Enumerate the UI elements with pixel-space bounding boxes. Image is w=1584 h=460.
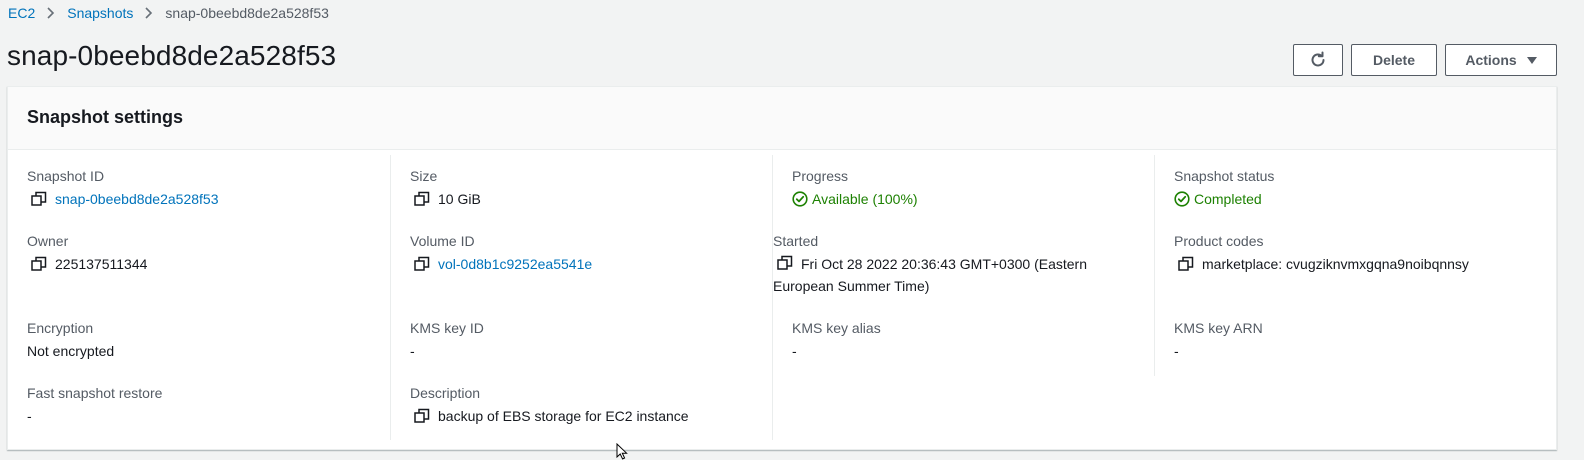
field-encryption: Encryption Not encrypted [27, 319, 114, 362]
copy-icon[interactable] [31, 191, 47, 207]
field-label: Fast snapshot restore [27, 385, 163, 401]
encryption-value: Not encrypted [27, 343, 115, 359]
kms-key-alias-value: - [792, 343, 797, 359]
field-label: Owner [27, 233, 69, 249]
status-success-icon [1174, 191, 1190, 207]
actions-dropdown-button[interactable]: Actions [1445, 44, 1557, 76]
snapshot-id-link[interactable]: snap-0beebd8de2a528f53 [55, 188, 219, 210]
caret-down-icon [1526, 56, 1537, 64]
settings-column-2: Size 10 GiB Volume ID vol-0d8b1c9252ea55… [390, 155, 772, 440]
field-label: KMS key alias [792, 320, 881, 336]
field-kms-key-arn: KMS key ARN - [1174, 319, 1263, 362]
field-started: Started Fri Oct 28 2022 20:36:43 GMT+030… [773, 232, 1113, 297]
field-value: - [1174, 340, 1263, 362]
field-value: 225137511344 [27, 253, 147, 275]
page-title: snap-0beebd8de2a528f53 [7, 40, 337, 71]
kms-key-id-value: - [410, 343, 415, 359]
field-description: Description backup of EBS storage for EC… [410, 384, 689, 427]
chevron-right-icon [47, 7, 55, 19]
copy-icon[interactable] [414, 256, 430, 272]
field-label: Encryption [27, 320, 94, 336]
owner-value: 225137511344 [55, 256, 148, 272]
refresh-icon [1311, 51, 1325, 67]
field-value: snap-0beebd8de2a528f53 [27, 188, 219, 210]
settings-column-4: Snapshot status Completed Product codes … [1154, 155, 1536, 376]
field-snapshot-status: Snapshot status Completed [1174, 167, 1274, 210]
field-label: Size [410, 168, 438, 184]
field-product-codes: Product codes marketplace: cvugziknvmxgq… [1174, 232, 1469, 275]
field-label: KMS key ARN [1174, 320, 1263, 336]
field-owner: Owner 225137511344 [27, 232, 147, 275]
field-value: 10 GiB [410, 188, 481, 210]
field-label: Snapshot status [1174, 168, 1275, 184]
field-size: Size 10 GiB [410, 167, 481, 210]
field-label: Volume ID [410, 233, 475, 249]
field-label: Started [773, 233, 819, 249]
field-value: - [410, 340, 484, 362]
field-value: - [27, 405, 162, 427]
breadcrumb-ec2-link[interactable]: EC2 [8, 5, 35, 21]
field-value: Available (100%) [792, 188, 918, 210]
delete-button[interactable]: Delete [1351, 44, 1437, 76]
field-snapshot-id: Snapshot ID snap-0beebd8de2a528f53 [27, 167, 219, 210]
kms-key-arn-value: - [1174, 343, 1179, 359]
field-label: Description [410, 385, 481, 401]
copy-icon[interactable] [31, 256, 47, 272]
field-value: marketplace: cvugziknvmxgqna9noibqnnsy [1174, 253, 1469, 275]
started-value: Fri Oct 28 2022 20:36:43 GMT+0300 (Easte… [773, 256, 1087, 294]
product-codes-value: marketplace: cvugziknvmxgqna9noibqnnsy [1202, 256, 1469, 272]
panel-header: Snapshot settings [8, 87, 1556, 150]
chevron-right-icon [145, 7, 153, 19]
breadcrumb-current: snap-0beebd8de2a528f53 [165, 5, 329, 21]
settings-column-1: Snapshot ID snap-0beebd8de2a528f53 Owner… [8, 155, 390, 440]
mouse-cursor-icon [616, 443, 628, 460]
copy-icon[interactable] [777, 255, 793, 271]
field-value: Not encrypted [27, 340, 114, 362]
field-volume-id: Volume ID vol-0d8b1c9252ea5541e [410, 232, 592, 275]
field-value: Completed [1174, 188, 1274, 210]
breadcrumb-snapshots-link[interactable]: Snapshots [67, 5, 133, 21]
field-value: - [792, 340, 881, 362]
copy-icon[interactable] [414, 408, 430, 424]
field-kms-key-id: KMS key ID - [410, 319, 484, 362]
size-value: 10 GiB [438, 191, 481, 207]
breadcrumb: EC2 Snapshots snap-0beebd8de2a528f53 [8, 4, 329, 22]
field-label: Snapshot ID [27, 168, 105, 184]
actions-label: Actions [1465, 52, 1517, 68]
copy-icon[interactable] [414, 191, 430, 207]
field-label: Progress [792, 168, 849, 184]
progress-value: Available (100%) [812, 191, 918, 207]
field-label: Product codes [1174, 233, 1264, 249]
copy-icon[interactable] [1178, 256, 1194, 272]
field-value: Fri Oct 28 2022 20:36:43 GMT+0300 (Easte… [773, 253, 1113, 297]
settings-grid: Snapshot ID snap-0beebd8de2a528f53 Owner… [8, 155, 1556, 440]
fast-snapshot-restore-value: - [27, 408, 32, 424]
snapshot-status-value: Completed [1194, 191, 1262, 207]
refresh-button[interactable] [1293, 44, 1343, 76]
header-actions: Delete Actions [1293, 44, 1557, 76]
panel-title: Snapshot settings [27, 107, 184, 127]
snapshot-settings-panel: Snapshot settings Snapshot ID snap-0beeb… [7, 86, 1557, 450]
field-fast-snapshot-restore: Fast snapshot restore - [27, 384, 162, 427]
volume-id-link[interactable]: vol-0d8b1c9252ea5541e [438, 253, 592, 275]
description-value: backup of EBS storage for EC2 instance [438, 408, 689, 424]
settings-column-3: Progress Available (100%) Started Fri Oc… [772, 155, 1154, 440]
status-success-icon [792, 191, 808, 207]
field-kms-key-alias: KMS key alias - [792, 319, 881, 362]
field-value: vol-0d8b1c9252ea5541e [410, 253, 592, 275]
field-value: backup of EBS storage for EC2 instance [410, 405, 689, 427]
field-progress: Progress Available (100%) [792, 167, 918, 210]
field-label: KMS key ID [410, 320, 484, 336]
